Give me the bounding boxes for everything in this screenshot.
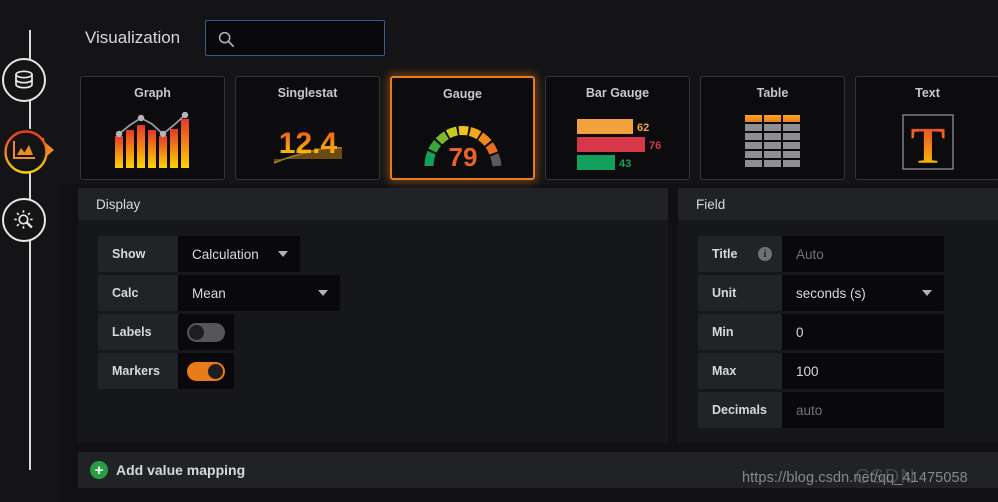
bargauge-value-2: 76 <box>649 140 661 152</box>
labels-toggle-cell[interactable] <box>178 314 234 350</box>
show-label: Show <box>98 236 178 272</box>
bargauge-icon: 62 76 43 <box>546 109 689 175</box>
min-input[interactable]: 0 <box>782 314 944 350</box>
viz-card-table[interactable]: Table <box>700 76 845 180</box>
viz-card-label: Text <box>915 86 940 100</box>
max-label: Max <box>698 353 782 389</box>
viz-card-label: Gauge <box>443 87 482 101</box>
sidebar-item-visualization[interactable] <box>2 128 48 174</box>
decimals-input[interactable]: auto <box>782 392 944 428</box>
markers-toggle-cell[interactable] <box>178 353 234 389</box>
watermark-url: https://blog.csdn.net/qq_41475058 <box>742 470 968 486</box>
gauge-value: 79 <box>448 142 477 172</box>
show-value: Calculation <box>192 246 259 262</box>
visualization-type-list: Graph Singlestat 12.4 Gauge 79 Bar Gauge… <box>60 64 998 248</box>
markers-label: Markers <box>98 353 178 389</box>
graph-icon <box>81 109 224 175</box>
text-glyph: T <box>910 118 945 171</box>
plus-icon: + <box>90 461 108 479</box>
chevron-down-icon <box>318 290 328 296</box>
calc-label: Calc <box>98 275 178 311</box>
bargauge-value-1: 62 <box>637 122 649 134</box>
title-input[interactable]: Auto <box>782 236 944 272</box>
display-panel-header: Display <box>78 188 668 220</box>
gear-wrench-icon <box>13 209 33 229</box>
unit-select[interactable]: seconds (s) <box>782 275 944 311</box>
display-panel-body: Show Calculation Calc Mean Labels Marker… <box>78 220 668 389</box>
option-row-show: Show Calculation <box>98 236 668 272</box>
search-icon <box>218 31 235 48</box>
labels-label: Labels <box>98 314 178 350</box>
option-row-decimals: Decimals auto <box>698 392 998 428</box>
labels-toggle[interactable] <box>187 322 225 342</box>
viz-card-label: Bar Gauge <box>585 86 650 100</box>
display-panel-title: Display <box>96 196 141 212</box>
viz-card-label: Singlestat <box>277 86 338 100</box>
singlestat-value: 12.4 <box>278 127 337 160</box>
area-chart-icon <box>13 141 35 159</box>
chevron-down-icon <box>278 251 288 257</box>
show-select[interactable]: Calculation <box>178 236 300 272</box>
viz-card-label: Table <box>756 86 789 100</box>
sidebar-item-settings[interactable] <box>2 198 46 242</box>
calc-select[interactable]: Mean <box>178 275 340 311</box>
display-panel: Display Show Calculation Calc Mean Label… <box>78 188 668 443</box>
viz-card-singlestat[interactable]: Singlestat 12.4 <box>235 76 380 180</box>
decimals-label: Decimals <box>698 392 782 428</box>
bargauge-value-3: 43 <box>619 158 631 170</box>
viz-card-graph[interactable]: Graph <box>80 76 225 180</box>
search-input[interactable] <box>205 20 385 56</box>
text-icon: T <box>856 109 998 175</box>
plus-glyph: + <box>94 461 104 479</box>
chevron-down-icon <box>922 290 932 296</box>
editor-sidebar <box>0 0 60 502</box>
unit-label: Unit <box>698 275 782 311</box>
markers-toggle[interactable] <box>187 361 225 381</box>
viz-card-text[interactable]: Text T <box>855 76 998 180</box>
option-row-unit: Unit seconds (s) <box>698 275 998 311</box>
info-icon[interactable]: i <box>758 247 772 261</box>
viz-card-gauge[interactable]: Gauge 79 <box>390 76 535 180</box>
title-label: Title i <box>698 236 782 272</box>
field-panel-body: Title i Auto Unit seconds (s) Min 0 Max … <box>678 220 998 428</box>
page-title: Visualization <box>85 28 181 47</box>
visualization-header: Visualization <box>60 0 998 64</box>
option-row-title: Title i Auto <box>698 236 998 272</box>
option-row-calc: Calc Mean <box>98 275 668 311</box>
max-input[interactable]: 100 <box>782 353 944 389</box>
option-row-labels: Labels <box>98 314 668 350</box>
database-icon <box>15 70 33 89</box>
unit-value: seconds (s) <box>796 285 866 301</box>
toggle-knob <box>208 363 223 379</box>
grafana-panel-editor: Visualization Graph Singlestat 12.4 Gaug… <box>0 0 998 502</box>
sidebar-item-datasource[interactable] <box>2 58 46 102</box>
option-row-min: Min 0 <box>698 314 998 350</box>
option-row-markers: Markers <box>98 353 668 389</box>
gauge-icon: 79 <box>392 110 533 176</box>
min-label: Min <box>698 314 782 350</box>
field-panel-header: Field <box>678 188 998 220</box>
viz-card-bargauge[interactable]: Bar Gauge 62 76 43 <box>545 76 690 180</box>
toggle-knob <box>189 324 204 340</box>
field-panel-title: Field <box>696 196 726 212</box>
viz-card-label: Graph <box>134 86 171 100</box>
field-panel: Field Title i Auto Unit seconds (s) Min … <box>678 188 998 443</box>
title-label-text: Title <box>712 247 738 261</box>
add-value-mapping-label: Add value mapping <box>116 462 246 478</box>
option-row-max: Max 100 <box>698 353 998 389</box>
table-icon <box>701 109 844 175</box>
singlestat-icon: 12.4 <box>236 109 379 175</box>
calc-value: Mean <box>192 285 226 301</box>
